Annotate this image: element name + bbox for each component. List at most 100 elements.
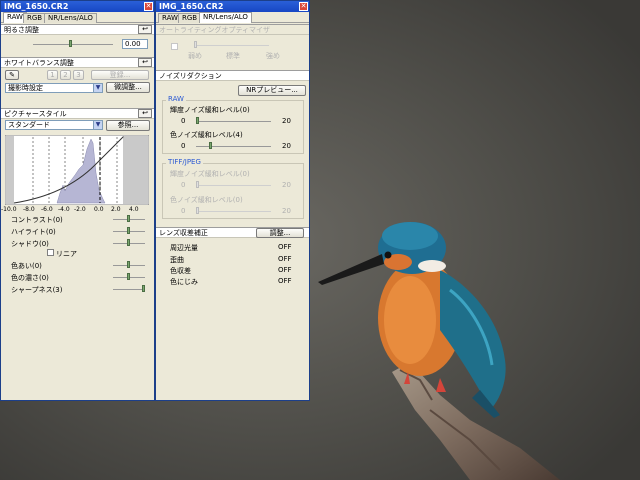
lens-chromatic-state: OFF xyxy=(278,266,292,274)
nr-raw-group-label: RAW xyxy=(166,95,186,103)
nr-tiff-luminance-thumb[interactable] xyxy=(196,181,199,188)
hist-tick-3: -4.0 xyxy=(58,206,70,213)
alo-checkbox[interactable] xyxy=(171,43,178,50)
nr-tiff-group-label: TIFF/JPEG xyxy=(166,158,203,166)
sharpness-thumb[interactable] xyxy=(142,285,145,292)
lens-peripheral-state: OFF xyxy=(278,243,292,251)
right-titlebar[interactable]: IMG_1650.CR2 ✕ xyxy=(156,1,309,12)
picture-style-browse-button[interactable]: 参照... xyxy=(106,120,150,131)
linear-label: リニア xyxy=(56,250,77,258)
lens-distortion-label: 歪曲 xyxy=(170,256,184,264)
chevron-down-icon: ▼ xyxy=(93,121,102,129)
alo-thumb[interactable] xyxy=(194,41,197,48)
lens-distortion-state: OFF xyxy=(278,255,292,263)
noise-reduction-section-header: ノイズリダクション xyxy=(156,70,309,81)
tab-nr-lens-alo[interactable]: NR/Lens/ALO xyxy=(199,12,252,23)
tab-rgb[interactable]: RGB xyxy=(178,13,202,23)
alo-header-label: オートライティングオプティマイザ xyxy=(159,26,271,34)
white-balance-section-header: ホワイトバランス調整 ↩ xyxy=(1,57,154,68)
nr-raw-color-label: 色ノイズ緩和レベル(4) xyxy=(170,131,243,139)
saturation-thumb[interactable] xyxy=(127,273,130,280)
alo-track[interactable] xyxy=(194,45,269,46)
nr-tiff-luminance-min: 0 xyxy=(181,181,186,189)
shadow-label: シャドウ(0) xyxy=(11,240,49,248)
brightness-slider-thumb[interactable] xyxy=(69,40,72,47)
window-title: IMG_1650.CR2 xyxy=(159,2,224,11)
picture-style-select[interactable]: スタンダード ▼ xyxy=(5,120,103,130)
nr-tiff-color-label: 色ノイズ緩和レベル(0) xyxy=(170,196,243,204)
sharpness-label: シャープネス(3) xyxy=(11,286,63,294)
nr-tiff-color-track[interactable] xyxy=(196,211,271,212)
alo-tick-high: 強め xyxy=(266,52,280,60)
nr-raw-luminance-max: 20 xyxy=(282,117,291,125)
highlight-label: ハイライト(0) xyxy=(11,228,56,236)
nr-tiff-color-thumb[interactable] xyxy=(196,207,199,214)
wb-preset-1-button[interactable]: 1 xyxy=(47,70,58,80)
nr-raw-color-thumb[interactable] xyxy=(209,142,212,149)
nr-tiff-luminance-max: 20 xyxy=(282,181,291,189)
reset-brightness-icon[interactable]: ↩ xyxy=(138,25,152,34)
close-icon[interactable]: ✕ xyxy=(144,2,153,11)
wb-preset-select[interactable]: 撮影時設定 ▼ xyxy=(5,83,103,93)
brightness-value-input[interactable]: 0.00 xyxy=(122,39,148,49)
wb-preset-3-button[interactable]: 3 xyxy=(73,70,84,80)
nr-raw-luminance-min: 0 xyxy=(181,117,186,125)
linear-checkbox[interactable] xyxy=(47,249,54,256)
hist-tick-2: -6.0 xyxy=(41,206,53,213)
picture-style-section-header: ピクチャースタイル ↩ xyxy=(1,108,154,119)
contrast-thumb[interactable] xyxy=(127,215,130,222)
tab-rgb[interactable]: RGB xyxy=(23,13,47,23)
nr-raw-color-track[interactable] xyxy=(196,146,271,147)
brightness-header-label: 明るさ調整 xyxy=(4,26,39,34)
brightness-track[interactable] xyxy=(33,44,113,45)
reset-white-balance-icon[interactable]: ↩ xyxy=(138,58,152,67)
eyedropper-icon: ✎ xyxy=(9,71,15,79)
window-title: IMG_1650.CR2 xyxy=(4,2,69,11)
color-tone-label: 色あい(0) xyxy=(11,262,42,270)
reset-picture-style-icon[interactable]: ↩ xyxy=(138,109,152,118)
nr-tiff-luminance-label: 輝度ノイズ緩和レベル(0) xyxy=(170,170,250,178)
alo-section-header: オートライティングオプティマイザ xyxy=(156,24,309,35)
wb-fine-tune-button[interactable]: 微調整... xyxy=(106,82,150,93)
left-tool-window: IMG_1650.CR2 ✕ RAW RGB NR/Lens/ALO 明るさ調整… xyxy=(0,0,155,401)
picture-style-value: スタンダード xyxy=(8,121,50,129)
hist-tick-0: -10.0 xyxy=(1,206,17,213)
nr-preview-button[interactable]: NRプレビュー... xyxy=(238,85,306,96)
nr-tiff-luminance-track[interactable] xyxy=(196,185,271,186)
alo-tick-std: 標準 xyxy=(226,52,240,60)
lens-peripheral-label: 周辺光量 xyxy=(170,244,198,252)
nr-raw-luminance-thumb[interactable] xyxy=(196,117,199,124)
left-titlebar[interactable]: IMG_1650.CR2 ✕ xyxy=(1,1,154,12)
chevron-down-icon: ▼ xyxy=(93,84,102,92)
lens-adjust-button[interactable]: 調整... xyxy=(256,228,304,238)
nr-tiff-color-max: 20 xyxy=(282,207,291,215)
hist-tick-7: 4.0 xyxy=(129,206,139,213)
hist-tick-1: -8.0 xyxy=(23,206,35,213)
nr-raw-color-max: 20 xyxy=(282,142,291,150)
shadow-thumb[interactable] xyxy=(127,239,130,246)
alo-tick-low: 弱め xyxy=(188,52,202,60)
wb-preset-value: 撮影時設定 xyxy=(8,84,43,92)
tab-nr-lens-alo[interactable]: NR/Lens/ALO xyxy=(44,13,97,23)
tone-curve-histogram[interactable] xyxy=(5,135,149,205)
color-tone-thumb[interactable] xyxy=(127,261,130,268)
close-icon[interactable]: ✕ xyxy=(299,2,308,11)
nr-raw-luminance-track[interactable] xyxy=(196,121,271,122)
sharpness-track[interactable] xyxy=(113,289,145,290)
wb-register-button[interactable]: 登録... xyxy=(91,70,149,80)
contrast-label: コントラスト(0) xyxy=(11,216,63,224)
saturation-label: 色の濃さ(0) xyxy=(11,274,49,282)
nr-raw-color-min: 0 xyxy=(181,142,186,150)
eyedropper-button[interactable]: ✎ xyxy=(5,70,19,80)
nr-tiff-color-min: 0 xyxy=(181,207,186,215)
wb-preset-2-button[interactable]: 2 xyxy=(60,70,71,80)
right-tool-window: IMG_1650.CR2 ✕ RAW RGB NR/Lens/ALO オートライ… xyxy=(155,0,310,401)
lens-color-blur-label: 色にじみ xyxy=(170,278,198,286)
lens-chromatic-label: 色収差 xyxy=(170,267,191,275)
white-balance-header-label: ホワイトバランス調整 xyxy=(4,59,74,67)
lens-color-blur-state: OFF xyxy=(278,277,292,285)
right-tabbar: RAW RGB NR/Lens/ALO xyxy=(156,12,309,23)
highlight-thumb[interactable] xyxy=(127,227,130,234)
lens-header-label: レンズ収差補正 xyxy=(159,229,208,237)
brightness-section-header: 明るさ調整 ↩ xyxy=(1,24,154,35)
